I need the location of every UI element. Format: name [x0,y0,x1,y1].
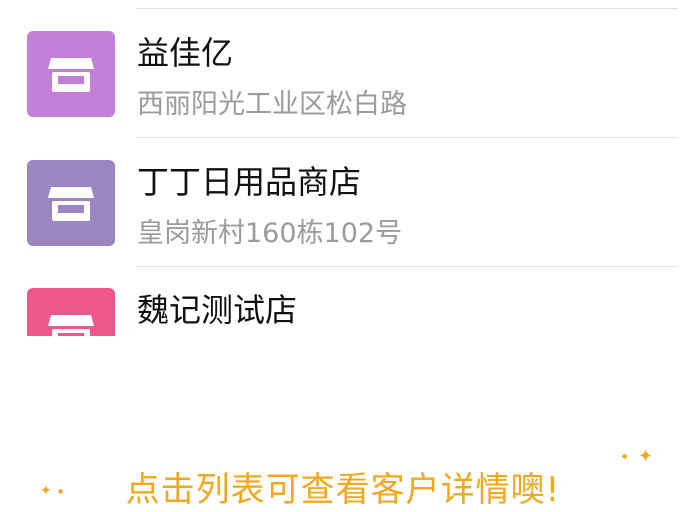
store-address: 西丽阳光工业区松白路 [137,89,407,120]
sparkle-icon: ✦ [638,446,654,467]
store-name: 魏记测试店 [137,291,298,329]
list-item[interactable]: 丁丁日用品商店 皇岗新村160栋102号 [0,138,686,267]
store-address: 皇岗新村160栋102号 [137,218,403,249]
store-list: 益佳亿 西丽阳光工业区松白路 丁丁日用品商店 皇岗新村160栋102号 魏记测试… [0,0,686,336]
store-name: 丁丁日用品商店 [137,163,362,201]
store-list-page: 益佳亿 西丽阳光工业区松白路 丁丁日用品商店 皇岗新村160栋102号 魏记测试… [0,0,686,512]
list-item[interactable]: 益佳亿 西丽阳光工业区松白路 [0,9,686,138]
hint-text: 点击列表可查看客户详情噢! [125,470,561,510]
list-item[interactable]: 魏记测试店 [0,266,686,336]
store-name: 益佳亿 [137,34,234,72]
store-avatar [27,160,115,246]
store-avatar [27,288,115,336]
store-avatar [27,31,115,117]
sparkle-icon: ● [622,453,628,460]
store-icon [48,187,94,221]
store-icon [48,58,94,92]
store-icon [48,315,94,336]
